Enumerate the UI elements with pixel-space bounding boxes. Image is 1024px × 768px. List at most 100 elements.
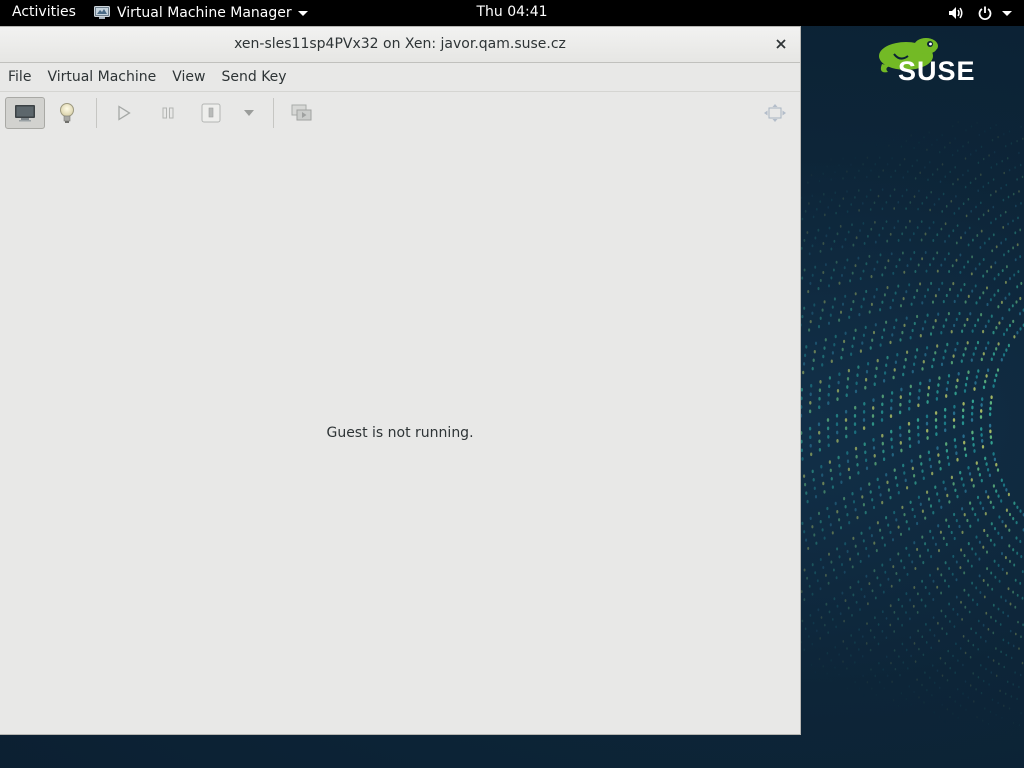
menu-file[interactable]: File	[0, 63, 39, 91]
wallpaper-dot	[916, 610, 919, 614]
wallpaper-dot	[995, 347, 998, 351]
wallpaper-dot	[972, 672, 974, 675]
run-button[interactable]	[104, 97, 144, 129]
wallpaper-dot	[945, 542, 948, 547]
wallpaper-dot	[852, 300, 855, 304]
wallpaper-dot	[876, 521, 879, 525]
wallpaper-dot	[926, 490, 929, 494]
wallpaper-dot	[957, 372, 960, 376]
menu-view[interactable]: View	[164, 63, 213, 91]
wallpaper-dot	[826, 651, 829, 655]
console-button[interactable]	[5, 97, 45, 129]
pause-button[interactable]	[148, 97, 188, 129]
wallpaper-dot	[830, 178, 833, 181]
wallpaper-dot	[864, 510, 867, 515]
activities-button[interactable]: Activities	[12, 4, 76, 20]
wallpaper-dot	[970, 272, 973, 276]
shutdown-button[interactable]	[191, 97, 231, 129]
wallpaper-dot	[852, 593, 855, 597]
wallpaper-dot	[869, 346, 872, 350]
wallpaper-dot	[856, 463, 859, 467]
wallpaper-dot	[975, 631, 977, 635]
wallpaper-dot	[868, 482, 871, 486]
wallpaper-dot	[846, 549, 849, 554]
wallpaper-dot	[936, 168, 939, 171]
wallpaper-dot	[862, 503, 865, 507]
wallpaper-dot	[982, 579, 985, 582]
wallpaper-dot	[847, 368, 851, 373]
wallpaper-dot	[820, 616, 823, 619]
wallpaper-dot	[899, 433, 902, 438]
wallpaper-dot	[885, 655, 888, 659]
wallpaper-dot	[932, 239, 935, 242]
wallpaper-dot	[940, 263, 943, 267]
wallpaper-dot	[811, 273, 814, 277]
wallpaper-dot	[971, 581, 974, 585]
wallpaper-dot	[828, 460, 832, 464]
wallpaper-dot	[1022, 137, 1024, 140]
wallpaper-dot	[874, 323, 877, 327]
wallpaper-dot	[822, 270, 825, 275]
wallpaper-dot	[855, 381, 858, 386]
wallpaper-dot	[806, 231, 809, 234]
wallpaper-dot	[874, 374, 877, 379]
wallpaper-dot	[821, 528, 824, 532]
wallpaper-dot	[938, 499, 941, 503]
snapshots-button[interactable]	[282, 97, 322, 129]
wallpaper-dot	[854, 446, 858, 451]
wallpaper-dot	[984, 346, 988, 351]
wallpaper-dot	[1013, 501, 1016, 505]
wallpaper-dot	[1001, 159, 1003, 163]
wallpaper-dot	[1019, 327, 1022, 331]
wallpaper-dot	[901, 194, 904, 198]
wallpaper-dot	[963, 323, 966, 327]
app-menu[interactable]: Virtual Machine Manager	[94, 3, 308, 23]
wallpaper-dot	[869, 629, 872, 632]
wallpaper-dot	[901, 642, 904, 646]
wallpaper-dot	[1008, 130, 1011, 133]
wallpaper-dot	[998, 662, 1000, 666]
wallpaper-dot	[814, 265, 817, 269]
wallpaper-dot	[803, 648, 806, 652]
close-button[interactable]	[772, 35, 790, 53]
console-area[interactable]: Guest is not running.	[0, 134, 800, 734]
wallpaper-dot	[893, 368, 896, 372]
system-status-menu[interactable]	[948, 4, 1012, 22]
menu-send-key[interactable]: Send Key	[213, 63, 294, 91]
wallpaper-dot	[885, 200, 888, 204]
wallpaper-dot	[967, 559, 970, 563]
wallpaper-dot	[992, 205, 995, 209]
wallpaper-dot	[921, 327, 924, 331]
wallpaper-dot	[938, 376, 941, 380]
wallpaper-dot	[963, 265, 966, 269]
wallpaper-dot	[982, 506, 985, 511]
wallpaper-dot	[889, 232, 892, 236]
shutdown-menu-button[interactable]	[229, 97, 269, 129]
wallpaper-dot	[990, 314, 993, 318]
wallpaper-dot	[859, 559, 862, 563]
wallpaper-dot	[965, 708, 967, 711]
window-titlebar[interactable]: xen-sles11sp4PVx32 on Xen: javor.qam.sus…	[0, 27, 800, 63]
wallpaper-dot	[924, 542, 927, 546]
fullscreen-button[interactable]	[755, 97, 795, 129]
wallpaper-dot	[1021, 596, 1024, 600]
wallpaper-dot	[931, 364, 934, 369]
wallpaper-dot	[895, 571, 898, 576]
wallpaper-dot	[924, 251, 927, 254]
clock[interactable]: Thu 04:41	[476, 4, 547, 20]
virt-manager-icon	[94, 6, 110, 19]
wallpaper-dot	[1002, 353, 1006, 357]
wallpaper-dot	[954, 166, 957, 169]
wallpaper-dot	[878, 661, 880, 665]
details-button[interactable]	[47, 97, 87, 129]
wallpaper-dot	[952, 354, 955, 358]
wallpaper-dot	[852, 536, 855, 540]
wallpaper-dot	[831, 485, 834, 489]
wallpaper-dot	[952, 282, 955, 286]
wallpaper-dot	[914, 269, 917, 274]
menu-virtual-machine[interactable]: Virtual Machine	[39, 63, 164, 91]
wallpaper-dot	[986, 550, 988, 554]
wallpaper-dot	[827, 401, 830, 405]
wallpaper-dot	[922, 360, 925, 364]
wallpaper-dot	[889, 604, 892, 608]
